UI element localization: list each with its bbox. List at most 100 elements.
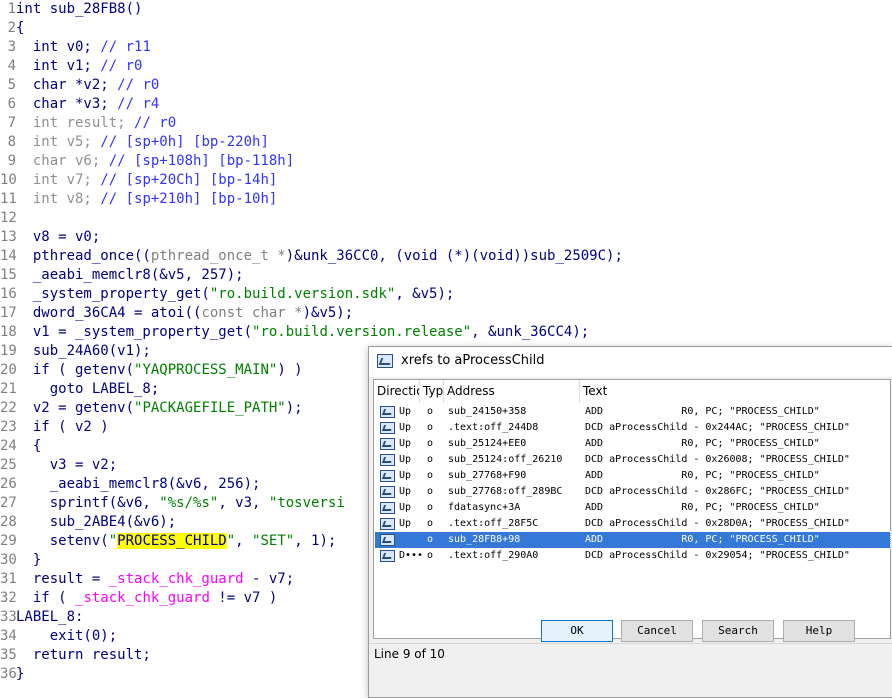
code-line[interactable]: 15 _aeabi_memclr8(&v5, 257); bbox=[0, 266, 892, 285]
line-number: 27 bbox=[0, 495, 17, 511]
code-line[interactable]: 16 _system_property_get("ro.build.versio… bbox=[0, 285, 892, 304]
code-token: , &unk_36CC4); bbox=[471, 324, 590, 340]
code-token: - v7; bbox=[243, 571, 295, 587]
code-line[interactable]: 12 bbox=[0, 209, 892, 228]
code-line[interactable]: 17 dword_36CA4 = atoi((const char *)&v5)… bbox=[0, 304, 892, 323]
xref-text: DCD aProcessChild - 0x28D0A; "PROCESS_CH… bbox=[585, 518, 850, 529]
line-number: 18 bbox=[0, 324, 17, 340]
ok-button[interactable]: OK bbox=[541, 620, 613, 642]
xref-type: o bbox=[427, 534, 434, 545]
code-token: "ro.build.version.sdk" bbox=[209, 286, 396, 302]
code-token: int v7; bbox=[16, 172, 101, 188]
help-button[interactable]: Help bbox=[783, 620, 855, 642]
xref-address: sub_27768:off_289BC bbox=[448, 486, 563, 497]
code-token: pthread_once_t * bbox=[150, 248, 286, 264]
code-token: int result; bbox=[16, 115, 135, 131]
xrefs-dialog: xrefs to aProcessChild Directio Typ Addr… bbox=[368, 346, 892, 698]
line-number: 3 bbox=[7, 39, 16, 55]
line-number: 9 bbox=[7, 153, 16, 169]
xref-icon bbox=[380, 422, 395, 434]
xref-icon bbox=[380, 518, 395, 530]
xrefs-table[interactable]: Directio Typ Address Text Up o sub_24150+3… bbox=[373, 379, 891, 639]
line-number: 8 bbox=[7, 134, 16, 150]
code-token: int v1; bbox=[16, 58, 101, 74]
xref-type: o bbox=[427, 422, 434, 433]
line-number: 2 bbox=[7, 20, 16, 36]
line-number: 30 bbox=[0, 552, 17, 568]
code-token: != v7 ) bbox=[209, 590, 278, 606]
code-token: int v5; bbox=[16, 134, 101, 150]
code-line[interactable]: 4 int v1; // r0 bbox=[0, 57, 892, 76]
code-line[interactable]: 14 pthread_once((pthread_once_t *)&unk_3… bbox=[0, 247, 892, 266]
xref-text: ADD R0, PC; "PROCESS_CHILD" bbox=[585, 406, 820, 417]
line-number: 1 bbox=[7, 1, 16, 17]
code-line[interactable]: 6 char *v3; // r4 bbox=[0, 95, 892, 114]
xref-row[interactable]: Up o sub_25124+EE0 ADD R0, PC; "PROCESS_CHI… bbox=[375, 436, 890, 452]
code-token: // r0 bbox=[117, 77, 160, 93]
xref-row[interactable]: Up o .text:off_28F5C DCD aProcessChild - 0x… bbox=[375, 516, 890, 532]
line-number: 12 bbox=[0, 210, 17, 226]
xref-row[interactable]: Up o sub_27768:off_289BC DCD aProcessChild … bbox=[375, 484, 890, 500]
dialog-title: xrefs to aProcessChild bbox=[401, 353, 545, 368]
line-number: 34 bbox=[0, 628, 17, 644]
highlighted-string: PROCESS_CHILD bbox=[117, 533, 227, 549]
line-number: 33 bbox=[0, 609, 17, 625]
code-token: _stack_chk_guard bbox=[75, 590, 210, 606]
line-number: 35 bbox=[0, 647, 17, 663]
code-token: void (*)(void) bbox=[403, 248, 522, 264]
code-token: if ( getenv( bbox=[16, 362, 135, 378]
xref-row[interactable]: Up o fdatasync+3A ADD R0, PC; "PROCESS_CHIL… bbox=[375, 500, 890, 516]
xref-text: DCD aProcessChild - 0x29054; "PROCESS_CH… bbox=[585, 550, 850, 561]
code-token: () bbox=[125, 1, 143, 17]
code-line[interactable]: 10 int v7; // [sp+20Ch] [bp-14h] bbox=[0, 171, 892, 190]
xref-row[interactable]: Up o .text:off_244D8 DCD aProcessChild - 0x… bbox=[375, 420, 890, 436]
xref-direction: Up bbox=[399, 406, 412, 417]
xref-address: .text:off_28F5C bbox=[448, 518, 539, 529]
column-header-address[interactable]: Address bbox=[444, 380, 580, 403]
code-token: // r0 bbox=[100, 58, 143, 74]
xref-row[interactable]: o sub_28FB8+98 ADD R0, PC; "PROCESS_CHILD" bbox=[374, 531, 891, 549]
line-number: 22 bbox=[0, 400, 17, 416]
xref-row[interactable]: Up o sub_25124:off_26210 DCD aProcessChild … bbox=[375, 452, 890, 468]
code-line[interactable]: 9 char v6; // [sp+108h] [bp-118h] bbox=[0, 152, 892, 171]
line-number: 6 bbox=[7, 96, 16, 112]
xref-icon bbox=[380, 486, 395, 498]
xref-row[interactable]: Up o sub_27768+F90 ADD R0, PC; "PROCESS_CHI… bbox=[375, 468, 890, 484]
xref-type: o bbox=[427, 518, 434, 529]
code-line[interactable]: 3 int v0; // r11 bbox=[0, 38, 892, 57]
code-line[interactable]: 13 v8 = v0; bbox=[0, 228, 892, 247]
code-line[interactable]: 18 v1 = _system_property_get("ro.build.v… bbox=[0, 323, 892, 342]
code-line[interactable]: 5 char *v2; // r0 bbox=[0, 76, 892, 95]
xref-type: o bbox=[427, 486, 434, 497]
cancel-button[interactable]: Cancel bbox=[621, 620, 693, 642]
search-button[interactable]: Search bbox=[702, 620, 774, 642]
xref-direction: Up bbox=[399, 518, 412, 529]
xref-icon bbox=[380, 502, 395, 514]
code-line[interactable]: 11 int v8; // [sp+210h] [bp-10h] bbox=[0, 190, 892, 209]
code-token: pthread_once(( bbox=[16, 248, 151, 264]
xref-text: DCD aProcessChild - 0x26008; "PROCESS_CH… bbox=[585, 454, 850, 465]
xref-type: o bbox=[427, 438, 434, 449]
code-token: "%s/%s" bbox=[159, 495, 219, 511]
code-token: , v3, bbox=[218, 495, 269, 511]
code-line[interactable]: 8 int v5; // [sp+0h] [bp-220h] bbox=[0, 133, 892, 152]
xref-type: o bbox=[427, 454, 434, 465]
code-line[interactable]: 7 int result; // r0 bbox=[0, 114, 892, 133]
column-header-direction[interactable]: Directio bbox=[374, 380, 420, 403]
code-line[interactable]: 1int sub_28FB8() bbox=[0, 0, 892, 19]
code-line[interactable]: 2{ bbox=[0, 19, 892, 38]
code-token: v2 = getenv( bbox=[16, 400, 135, 416]
xref-text: ADD R0, PC; "PROCESS_CHILD" bbox=[585, 470, 820, 481]
column-header-type[interactable]: Typ bbox=[420, 380, 444, 403]
xref-row[interactable]: D••• o .text:off_290A0 DCD aProcessChild - … bbox=[375, 548, 890, 564]
xref-row[interactable]: Up o sub_24150+358 ADD R0, PC; "PROCESS_CHI… bbox=[375, 404, 890, 420]
dialog-title-bar[interactable]: xrefs to aProcessChild bbox=[369, 347, 892, 377]
xref-address: sub_25124:off_26210 bbox=[448, 454, 563, 465]
code-token: dword_36CA4 = atoi(( bbox=[16, 305, 202, 321]
xref-direction: Up bbox=[399, 438, 412, 449]
xref-text: ADD R0, PC; "PROCESS_CHILD" bbox=[585, 534, 820, 545]
column-header-text[interactable]: Text bbox=[580, 380, 890, 403]
line-number: 23 bbox=[0, 419, 17, 435]
code-token: char v6; bbox=[16, 153, 109, 169]
code-token: _stack_chk_guard bbox=[108, 571, 244, 587]
